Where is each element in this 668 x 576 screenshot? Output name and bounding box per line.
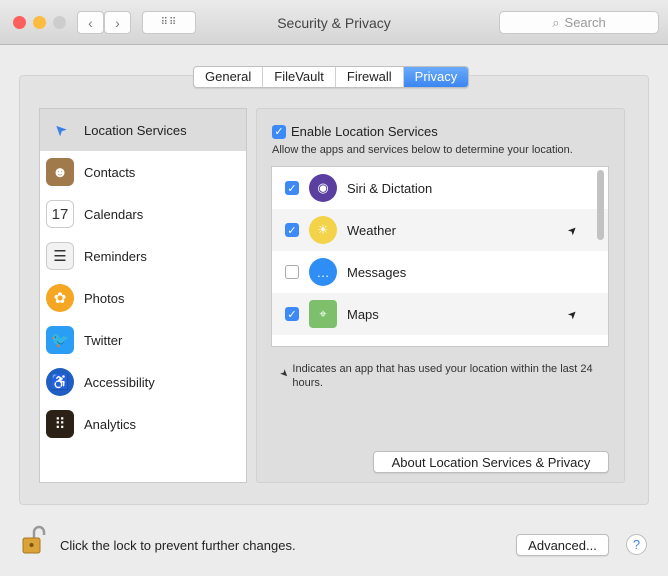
sidebar-item-label: Reminders	[84, 248, 147, 264]
scrollbar-thumb[interactable]	[597, 170, 604, 240]
advanced-button[interactable]: Advanced...	[516, 534, 609, 556]
sidebar-item-label: Photos	[84, 290, 125, 306]
search-placeholder: Search	[564, 15, 606, 30]
lock-icon[interactable]	[22, 524, 46, 556]
analytics-grid-icon: ⠿	[46, 410, 74, 438]
enable-location-checkbox[interactable]: ✓	[272, 124, 286, 139]
sidebar-item-photos[interactable]: ✿ Photos	[40, 277, 246, 319]
tab-general[interactable]: General	[194, 67, 264, 87]
sidebar-item-label: Contacts	[84, 164, 136, 180]
app-checkbox[interactable]: ✓	[285, 307, 299, 321]
app-row: ✓ ⌖ Maps ➤	[272, 293, 608, 335]
app-row-partial	[272, 335, 608, 346]
sidebar-item-accessibility[interactable]: ♿ Accessibility	[40, 361, 246, 403]
search-input[interactable]: ⌕ Search	[499, 11, 659, 34]
recent-use-legend: ➤ Indicates an app that has used your lo…	[276, 362, 606, 390]
messages-bubble-icon: …	[309, 258, 337, 286]
contacts-book-icon: ☻	[46, 158, 74, 186]
sidebar-item-contacts[interactable]: ☻ Contacts	[40, 151, 246, 193]
legend-text: Indicates an app that has used your loca…	[292, 363, 593, 389]
siri-icon: ◉	[309, 174, 337, 202]
location-arrow-icon: ➤	[49, 119, 71, 141]
sidebar-item-label: Twitter	[84, 332, 123, 348]
app-row: ✓ ☀ Weather ➤	[272, 209, 608, 251]
sidebar-item-reminders[interactable]: ☰ Reminders	[40, 235, 246, 277]
accessibility-person-icon: ♿	[46, 368, 74, 396]
sidebar-item-analytics[interactable]: ⠿ Analytics	[40, 403, 246, 445]
title-bar: ‹ › ⠿⠿ Security & Privacy ⌕ Search	[0, 0, 668, 45]
sidebar-item-twitter[interactable]: 🐦 Twitter	[40, 319, 246, 361]
sidebar-item-label: Accessibility	[84, 374, 155, 390]
tab-firewall[interactable]: Firewall	[336, 67, 404, 87]
app-name: Siri & Dictation	[347, 180, 433, 196]
location-description: Allow the apps and services below to det…	[272, 144, 573, 156]
sidebar-item-location-services[interactable]: ➤ Location Services	[40, 109, 246, 151]
maps-icon: ⌖	[309, 300, 337, 328]
app-list: ✓ ◉ Siri & Dictation ✓ ☀ Weather ➤ … Messages ✓ ⌖ M…	[271, 166, 609, 347]
privacy-sidebar: ➤ Location Services ☻ Contacts 17 Calendars ☰ R…	[39, 108, 247, 483]
app-row: … Messages	[272, 251, 608, 293]
app-checkbox[interactable]: ✓	[285, 223, 299, 237]
location-arrow-icon: ➤	[565, 222, 581, 238]
sidebar-item-label: Calendars	[84, 206, 144, 222]
weather-sun-cloud-icon: ☀	[309, 216, 337, 244]
tab-bar: General FileVault Firewall Privacy	[193, 66, 470, 88]
twitter-bird-icon: 🐦	[46, 326, 74, 354]
enable-location-label: Enable Location Services	[291, 124, 438, 139]
app-row: ✓ ◉ Siri & Dictation	[272, 167, 608, 209]
help-button[interactable]: ?	[626, 534, 647, 555]
tab-filevault[interactable]: FileVault	[263, 67, 336, 87]
location-arrow-icon: ➤	[565, 306, 581, 322]
sidebar-item-label: Location Services	[84, 122, 187, 138]
sidebar-item-label: Analytics	[84, 416, 137, 432]
search-icon: ⌕	[552, 14, 560, 30]
lock-text: Click the lock to prevent further change…	[60, 538, 296, 553]
reminders-list-icon: ☰	[46, 242, 74, 270]
app-name: Messages	[347, 264, 407, 280]
app-name: Weather	[347, 222, 396, 238]
app-checkbox[interactable]: ✓	[285, 181, 299, 195]
about-location-button[interactable]: About Location Services & Privacy	[373, 451, 609, 473]
tab-privacy[interactable]: Privacy	[403, 67, 469, 87]
enable-location-row[interactable]: ✓ Enable Location Services	[272, 124, 438, 139]
calendar-icon: 17	[46, 200, 74, 228]
app-checkbox[interactable]	[285, 265, 299, 279]
app-name: Maps	[347, 306, 379, 322]
sidebar-item-calendars[interactable]: 17 Calendars	[40, 193, 246, 235]
photos-flower-icon: ✿	[46, 284, 74, 312]
